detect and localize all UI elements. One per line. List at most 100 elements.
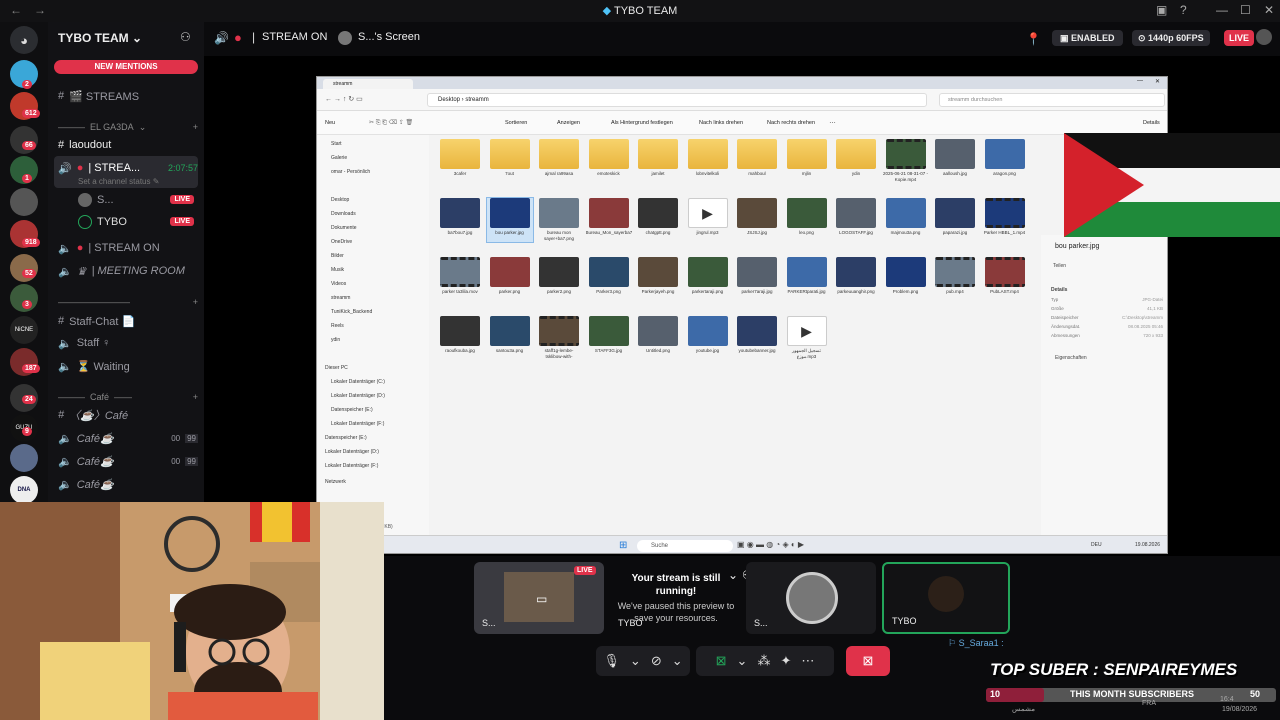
add-channel-icon[interactable]: +: [193, 122, 198, 132]
nav-arrows-icon[interactable]: ← → ↑ ↻ ▭: [325, 95, 363, 103]
tile-screen-share[interactable]: ▭ LIVE S...: [474, 562, 604, 634]
file-item[interactable]: Parkerjayeh.png: [635, 257, 681, 301]
file-item[interactable]: ydin: [833, 139, 879, 183]
share-screen-icon[interactable]: ⊠: [716, 653, 727, 669]
category-el-ga3da[interactable]: ——— EL GA3DA ⌄ +: [58, 117, 198, 137]
chevron-down-icon[interactable]: ⌄: [728, 568, 738, 582]
camera-off-icon[interactable]: ⊘: [651, 653, 662, 669]
file-item[interactable]: parkertaraji.png: [685, 257, 731, 301]
sidebar-nav-item[interactable]: Lokaler Datenträger (D:): [331, 393, 385, 399]
share-button[interactable]: Teilen: [1053, 263, 1066, 269]
file-item[interactable]: leo.png: [784, 198, 830, 242]
sidebar-nav-item[interactable]: Lokaler Datenträger (F:): [325, 463, 378, 469]
file-item[interactable]: emoteskick: [586, 139, 632, 183]
server-icon[interactable]: [10, 188, 38, 216]
file-item[interactable]: aragon.png: [982, 139, 1028, 183]
file-item[interactable]: pub.mp4: [932, 257, 978, 301]
file-item[interactable]: Parker3.png: [586, 257, 632, 301]
breadcrumb-folder[interactable]: streamm: [465, 97, 488, 103]
sidebar-nav-item[interactable]: Musik: [331, 267, 344, 273]
sidebar-nav-item[interactable]: Lokaler Datenträger (C:): [331, 379, 385, 385]
file-item[interactable]: aalloush.jpg: [932, 139, 978, 183]
file-item[interactable]: parker2.png: [536, 257, 582, 301]
sidebar-nav-item[interactable]: Desktop: [331, 197, 349, 203]
category-cafe[interactable]: ——— Café —— +: [58, 387, 198, 407]
windows-start-icon[interactable]: ⊞: [619, 540, 627, 551]
set-background-button[interactable]: Als Hintergrund festlegen: [611, 120, 673, 126]
explorer-tab[interactable]: streamm: [323, 79, 413, 89]
rotate-left-button[interactable]: Nach links drehen: [699, 120, 743, 126]
voice-channel-waiting[interactable]: 🔈 ⏳ Waiting: [58, 356, 198, 376]
channel-streams[interactable]: # 🎬 STREAMS: [58, 86, 198, 106]
sidebar-nav-item[interactable]: OneDrive: [331, 239, 352, 245]
new-mentions-button[interactable]: NEW MENTIONS: [54, 60, 198, 74]
channel-laoudout[interactable]: # laoudout: [58, 135, 198, 155]
server-icon-dna[interactable]: DNA: [10, 476, 38, 504]
sidebar-nav-item[interactable]: Netzwerk: [325, 479, 346, 485]
file-item[interactable]: bureau mon sayer+ba7.png: [536, 198, 582, 242]
tile-user-s[interactable]: S...: [746, 562, 876, 634]
file-item[interactable]: STAFF3G.jpg: [586, 316, 632, 360]
voice-channel-cafe-1[interactable]: 🔈 Café☕ 00 99: [58, 428, 198, 448]
file-item[interactable]: majmou3a.png: [883, 198, 929, 242]
sidebar-nav-item[interactable]: TuniKick_Backend: [331, 309, 372, 315]
file-item[interactable]: 3cafer: [437, 139, 483, 183]
address-field[interactable]: Desktop › streamm: [427, 93, 927, 107]
file-item[interactable]: parker ta3lila.mov: [437, 257, 483, 301]
server-icon[interactable]: [10, 444, 38, 472]
server-icon-nicne[interactable]: NiCNE: [10, 316, 38, 344]
sidebar-nav-item[interactable]: Videos: [331, 281, 346, 287]
add-channel-icon[interactable]: +: [193, 297, 198, 307]
chevron-down-icon[interactable]: ⌄: [737, 653, 748, 669]
sidebar-nav-item[interactable]: Lokaler Datenträger (F:): [331, 421, 384, 427]
more-icon[interactable]: ⋯: [801, 653, 814, 669]
file-item[interactable]: staff1g-lembe-tsklibow-with-parker_seifd…: [536, 316, 582, 360]
file-item[interactable]: PARKERtparati.jpg: [784, 257, 830, 301]
file-item[interactable]: ba7bou7.jpg: [437, 198, 483, 242]
file-item[interactable]: Parker HBBL_1.mp4: [982, 198, 1028, 242]
sidebar-nav-item[interactable]: Dieser PC: [325, 365, 348, 371]
file-item[interactable]: jamilet: [635, 139, 681, 183]
file-item[interactable]: ▶ تسجيل الجمهور موزع.mp3: [784, 316, 830, 360]
channel-staff-chat[interactable]: # Staff-Chat 📄: [58, 311, 198, 331]
sidebar-nav-item[interactable]: streamm: [331, 295, 350, 301]
help-icon[interactable]: ?: [1180, 3, 1187, 17]
file-item[interactable]: JSJSJ.jpg: [734, 198, 780, 242]
sidebar-nav-item[interactable]: Bilder: [331, 253, 344, 259]
sidebar-nav-item[interactable]: Lokaler Datenträger (D:): [325, 449, 379, 455]
sort-button[interactable]: Sortieren: [505, 120, 527, 126]
file-item[interactable]: mjlin: [784, 139, 830, 183]
properties-link[interactable]: Eigenschaften: [1055, 355, 1087, 361]
chevron-down-icon[interactable]: ⌄: [672, 653, 683, 669]
file-item[interactable]: santou3a.png: [487, 316, 533, 360]
voice-channel-stream-on[interactable]: 🔈 ● | STREAM ON: [58, 238, 198, 258]
rotate-right-button[interactable]: Nach rechts drehen: [767, 120, 815, 126]
server-icon[interactable]: [10, 254, 38, 282]
file-item[interactable]: bou parker.jpg: [485, 197, 534, 243]
quality-badge[interactable]: ⊙ 1440p 60FPS: [1132, 30, 1210, 46]
add-member-icon[interactable]: ⚇: [180, 30, 191, 44]
mic-controls[interactable]: 🎙 ⌄ ⊘ ⌄: [596, 646, 690, 676]
file-item[interactable]: youtubebanner.jpg: [734, 316, 780, 360]
activities-icon[interactable]: ⁂: [757, 653, 770, 669]
file-item[interactable]: LOGOSTAFF.jpg: [833, 198, 879, 242]
tile-user-tybo[interactable]: TYBO: [882, 562, 1010, 634]
file-item[interactable]: 2025-06-21 08-31-07 - Kopie.mp4: [883, 139, 929, 183]
file-item[interactable]: ajmal ra99asa: [536, 139, 582, 183]
file-item[interactable]: Problem.png: [883, 257, 929, 301]
set-channel-status[interactable]: Set a channel status ✎: [78, 177, 159, 186]
file-item[interactable]: raoufkouba.jpg: [437, 316, 483, 360]
taskbar-apps-icon[interactable]: ▣ ◉ ▬ ◍ ◔ ◈ ◐ ▶: [737, 540, 804, 549]
file-item[interactable]: Untitled.png: [635, 316, 681, 360]
inbox-icon[interactable]: ▣: [1156, 3, 1167, 17]
voice-channel-cafe-2[interactable]: 🔈 Café☕ 00 99: [58, 451, 198, 471]
server-icon[interactable]: [10, 126, 38, 154]
sidebar-nav-item[interactable]: Downloads: [331, 211, 356, 217]
file-item[interactable]: Bureau_Mon_sayerba7_1.jpg: [586, 198, 632, 242]
voice-channel-meeting[interactable]: 🔈 ♛ | MEETING ROOM: [58, 261, 198, 281]
file-item[interactable]: paparazi.jpg: [932, 198, 978, 242]
file-item[interactable]: mahboul: [734, 139, 780, 183]
minimize-button[interactable]: —: [1137, 78, 1143, 84]
sidebar-nav-item[interactable]: Reels: [331, 323, 344, 329]
minimize-button[interactable]: —: [1216, 3, 1228, 17]
